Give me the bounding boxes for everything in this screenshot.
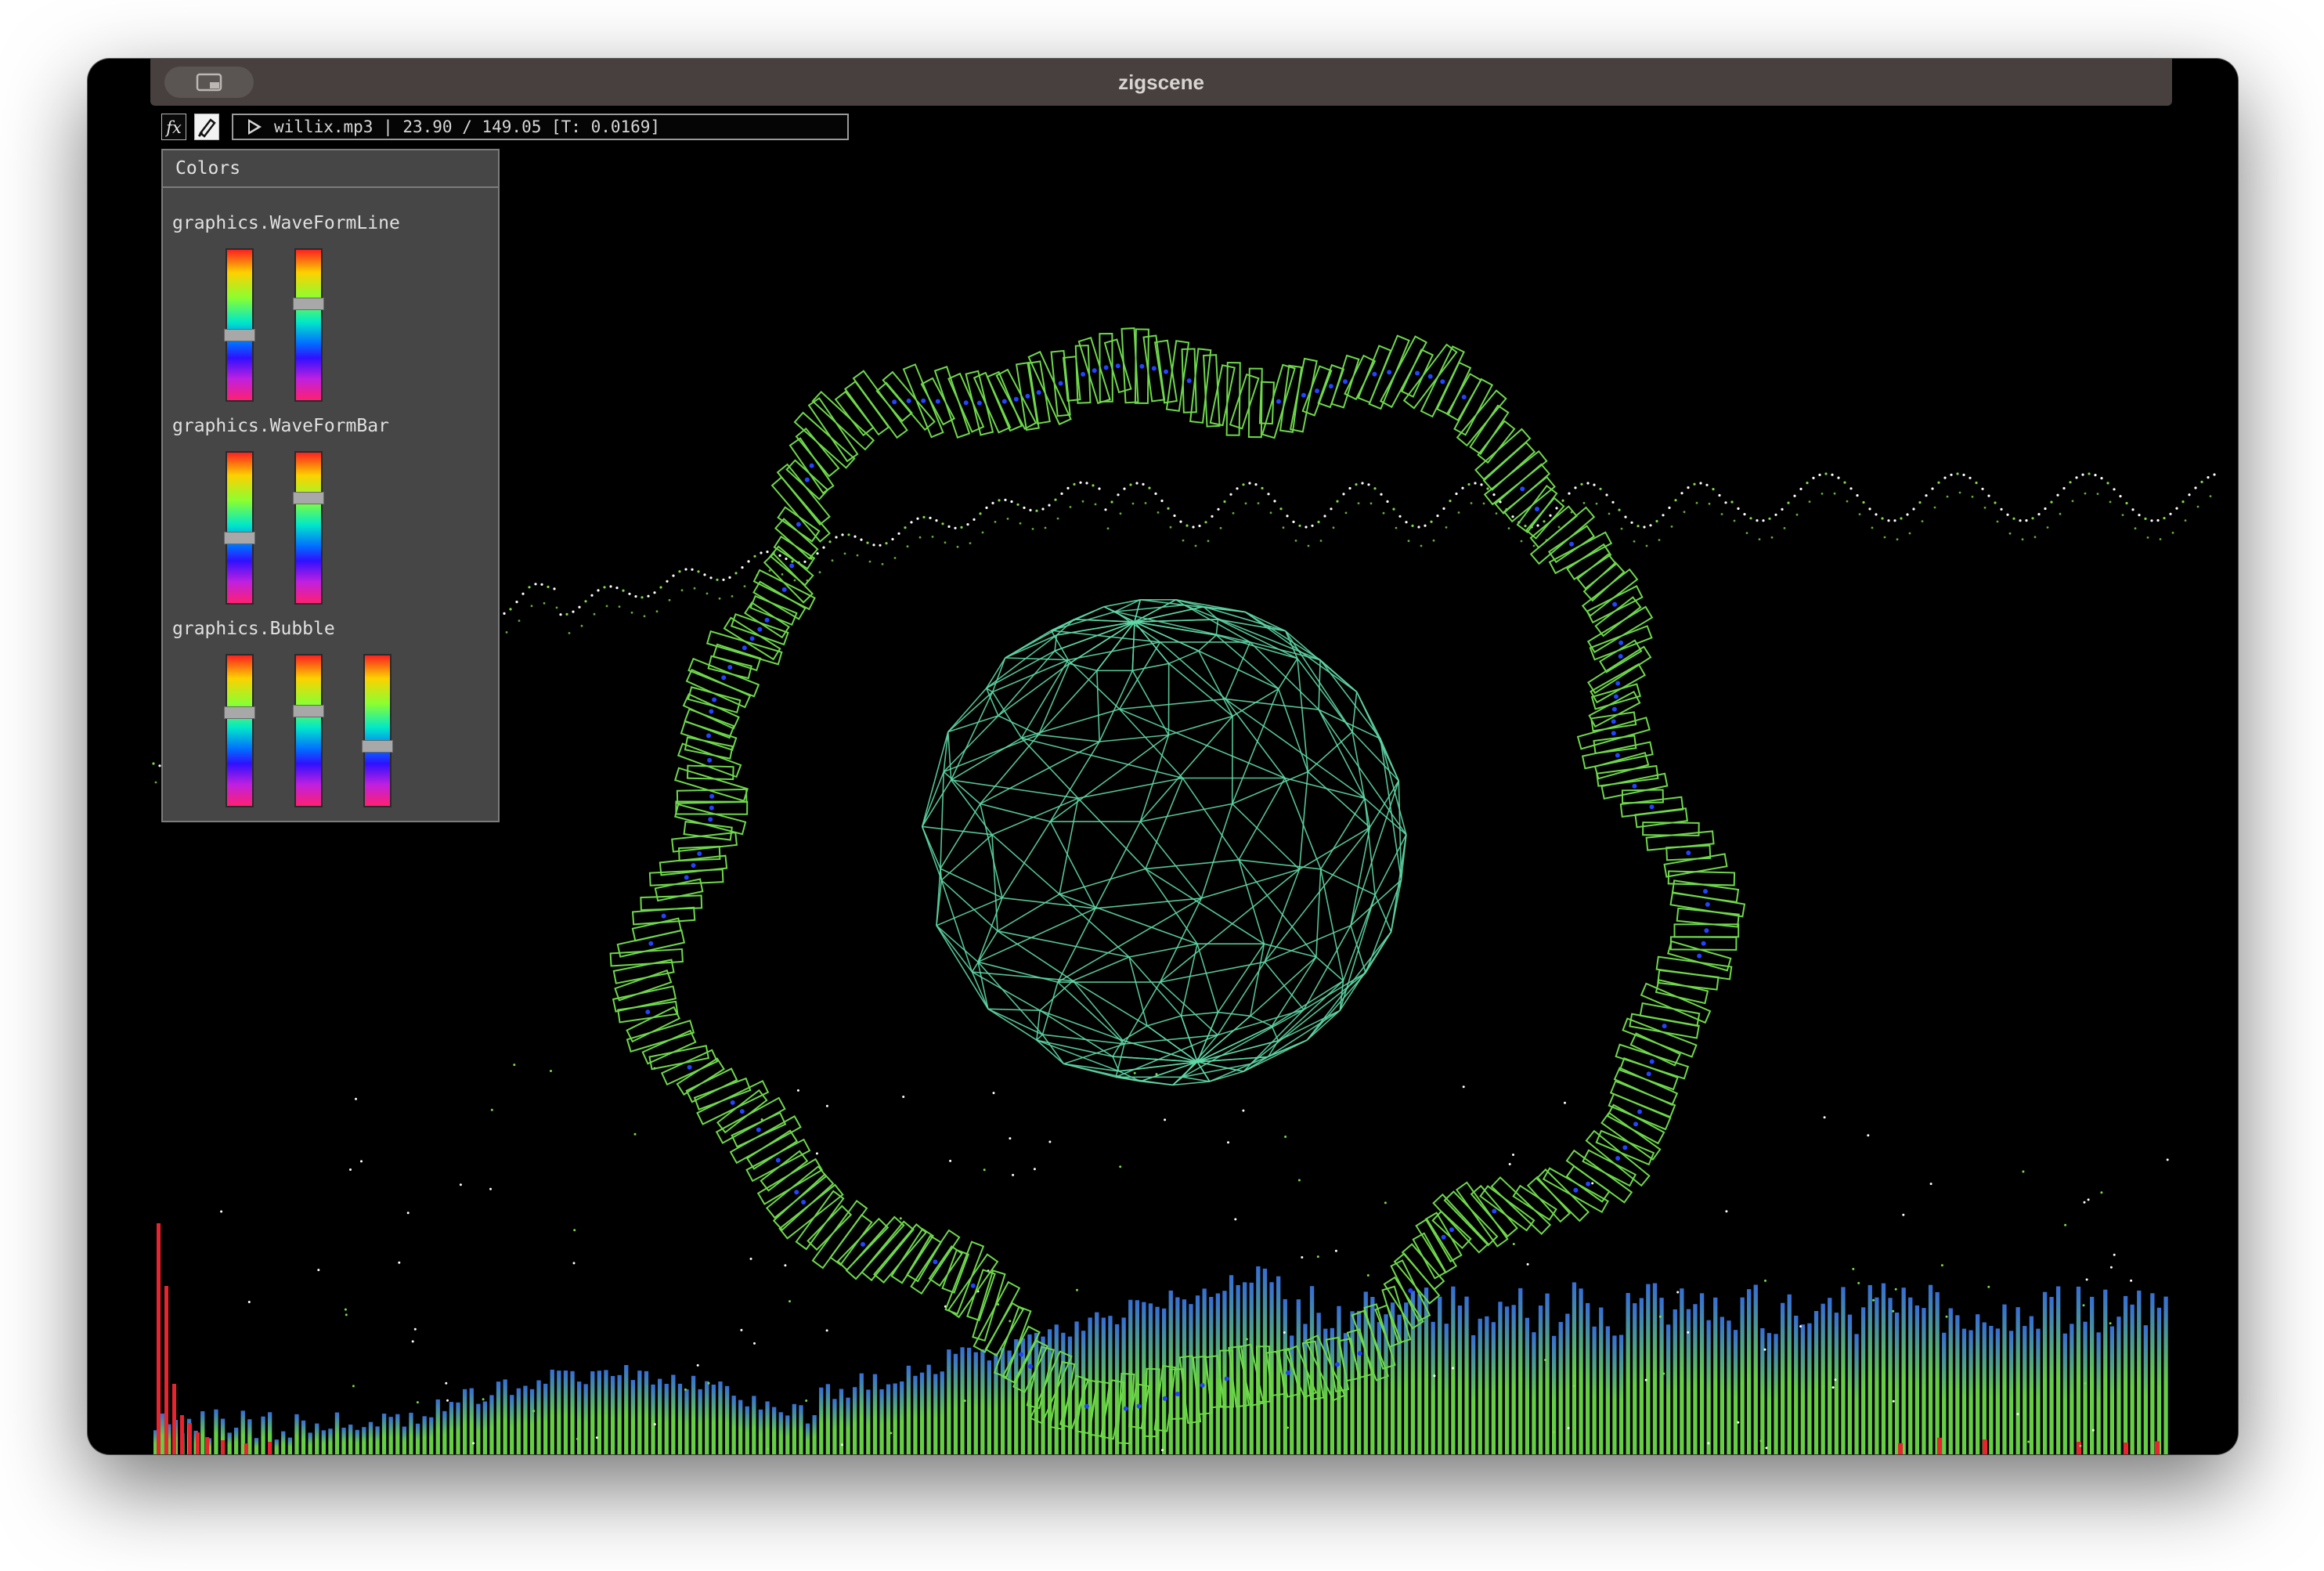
fx-button[interactable]: 𝑓x — [161, 114, 186, 140]
window-title: zigscene — [1118, 70, 1204, 94]
wireframe-sphere — [921, 598, 1407, 1086]
panel-title[interactable]: Colors — [163, 150, 498, 188]
waveformline-hue-slider-2[interactable] — [293, 248, 324, 402]
slider-thumb[interactable] — [224, 329, 255, 341]
waveformbar-hue-slider-2[interactable] — [293, 451, 324, 605]
slider-thumb[interactable] — [293, 705, 324, 717]
section-label-waveformline: graphics.WaveFormLine — [172, 213, 400, 233]
colors-panel: Colors graphics.WaveFormLine graphics.Wa… — [161, 149, 500, 822]
player-bar[interactable]: willix.mp3 | 23.90 / 149.05 [T: 0.0169] — [232, 114, 849, 140]
play-icon[interactable] — [248, 119, 262, 135]
section-label-bubble: graphics.Bubble — [172, 619, 335, 639]
bubble-hue-slider-2[interactable] — [293, 654, 324, 807]
spectrum-bars — [153, 1223, 2168, 1454]
slider-thumb[interactable] — [224, 706, 255, 719]
bubble-hue-slider[interactable] — [224, 654, 255, 807]
title-bar: zigscene — [150, 59, 2172, 106]
slider-thumb[interactable] — [362, 740, 393, 753]
color-palette-button[interactable] — [194, 114, 219, 140]
waveform-ring — [609, 327, 1746, 1445]
app-window: zigscene 𝑓x willix.mp3 | 23.90 / 149.05 … — [88, 59, 2238, 1454]
bubble-hue-slider-3[interactable] — [362, 654, 393, 807]
slider-thumb[interactable] — [224, 532, 255, 544]
fx-icon: 𝑓x — [166, 118, 182, 137]
slider-thumb[interactable] — [293, 298, 324, 310]
slider-thumb[interactable] — [293, 492, 324, 504]
waveformline-hue-slider[interactable] — [224, 248, 255, 402]
waveformbar-hue-slider[interactable] — [224, 451, 255, 605]
section-label-waveformbar: graphics.WaveFormBar — [172, 416, 389, 436]
palette-icon — [197, 118, 216, 138]
track-info: willix.mp3 | 23.90 / 149.05 [T: 0.0169] — [274, 117, 661, 136]
